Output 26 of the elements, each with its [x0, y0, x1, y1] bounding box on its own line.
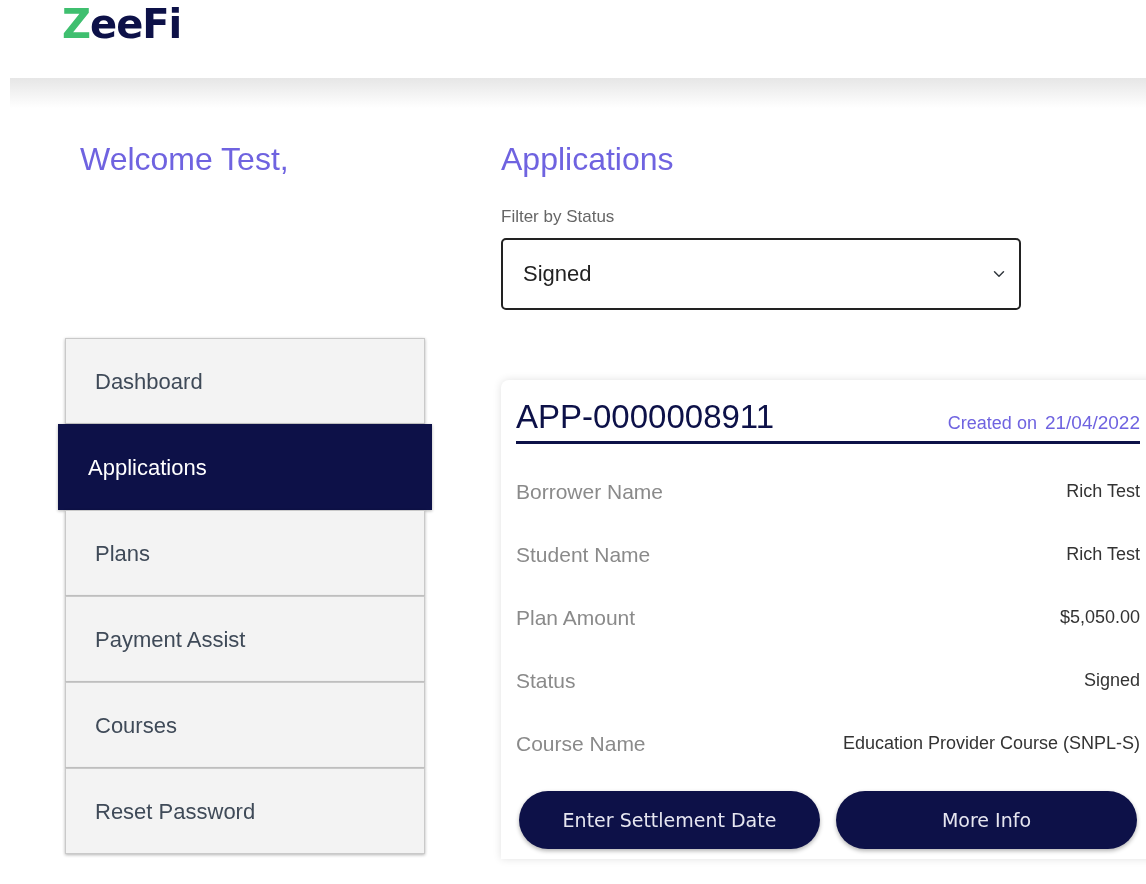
field-value: Rich Test	[1066, 480, 1140, 504]
action-button[interactable]: More Info	[836, 791, 1137, 850]
field-value: Education Provider Course (SNPL-S)	[842, 732, 1140, 756]
welcome-heading: Welcome Test,	[80, 140, 290, 179]
field-value: Signed	[1083, 669, 1140, 693]
field-value: $5,050.00	[1059, 606, 1140, 630]
sidebar-item[interactable]: Courses	[65, 682, 425, 769]
status-select[interactable]: Signed	[501, 237, 1021, 310]
sidebar-item[interactable]: Reset Password	[65, 768, 425, 855]
logo[interactable]: ZeeFi	[62, 2, 182, 46]
created-label: Created on	[947, 411, 1037, 435]
sidebar-item[interactable]: Dashboard	[65, 338, 425, 425]
field-label: Status	[516, 668, 576, 695]
field-label: Student Name	[516, 542, 651, 569]
sidebar-item[interactable]: Applications	[58, 424, 432, 511]
sidebar-item[interactable]: Plans	[65, 510, 425, 597]
action-button[interactable]: Enter Settlement Date	[519, 791, 820, 850]
field-label: Plan Amount	[516, 605, 636, 632]
sidebar-item[interactable]: Payment Assist	[65, 596, 425, 683]
application-id: APP-0000008911	[516, 396, 775, 437]
page-title: Applications	[501, 140, 675, 179]
filter-label: Filter by Status	[501, 206, 616, 229]
field-value: Rich Test	[1066, 543, 1140, 567]
field-label: Borrower Name	[516, 479, 664, 506]
field-label: Course Name	[516, 731, 646, 758]
created-date: 21/04/2022	[1044, 410, 1140, 435]
